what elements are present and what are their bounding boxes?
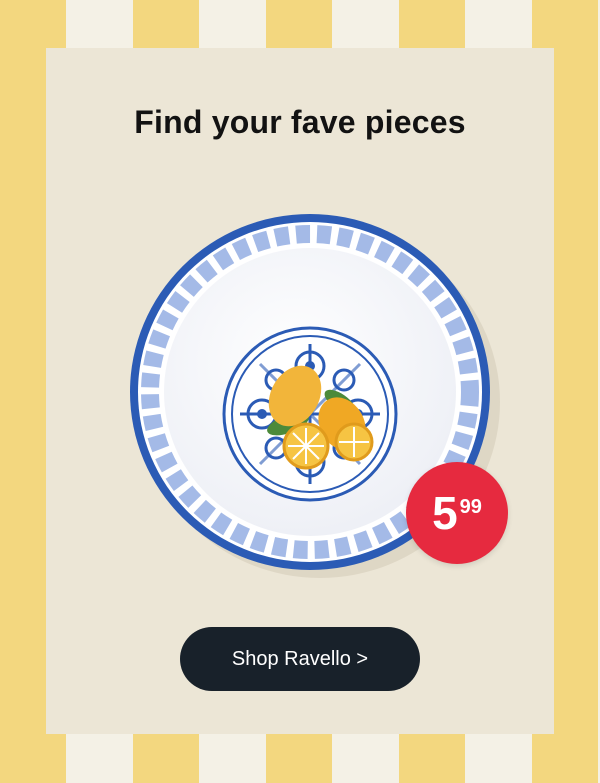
price-main: 5	[432, 487, 458, 539]
shop-ravello-button[interactable]: Shop Ravello >	[180, 627, 420, 691]
price-cents: 99	[459, 496, 482, 518]
price-badge: 5 99	[406, 462, 508, 564]
promo-card: Find your fave pieces 5 99 Shop Ravello …	[46, 48, 554, 734]
headline: Find your fave pieces	[134, 104, 466, 140]
